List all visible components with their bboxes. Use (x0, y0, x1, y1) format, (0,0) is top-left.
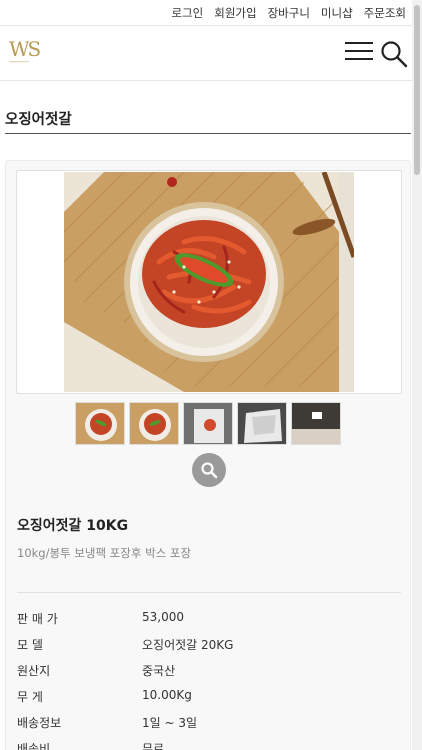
thumbnail-5[interactable] (291, 402, 341, 445)
order-lookup-link[interactable]: 주문조회 (364, 5, 406, 21)
info-label: 배송비 (17, 742, 51, 750)
page-title: 오징어젓갈 (5, 82, 411, 134)
product-main-image[interactable] (16, 170, 402, 394)
top-nav: 로그인 회원가입 장바구니 미니샵 주문조회 (0, 0, 412, 26)
product-description: 10kg/봉투 보냉팩 포장후 박스 포장 (17, 546, 192, 560)
thumbnail-4[interactable] (237, 402, 287, 445)
thumbnail-strip (75, 402, 341, 445)
info-value: 무료 (142, 742, 165, 750)
scrollbar[interactable] (412, 0, 422, 750)
info-label: 무 게 (17, 690, 43, 704)
magnifier-icon (201, 462, 218, 479)
divider (17, 592, 401, 593)
info-label: 모 델 (17, 638, 43, 652)
product-name: 오징어젓갈 10KG (17, 518, 129, 534)
signup-link[interactable]: 회원가입 (214, 5, 256, 21)
product-detail-card: 오징어젓갈 10KG 10kg/봉투 보냉팩 포장후 박스 포장 판 매 가 5… (5, 160, 411, 750)
info-label: 원산지 (17, 664, 51, 678)
search-icon[interactable] (380, 40, 408, 68)
scrollbar-thumb[interactable] (414, 5, 420, 175)
info-value: 1일 ~ 3일 (142, 716, 198, 730)
info-value: 오징어젓갈 20KG (142, 638, 234, 652)
minishop-link[interactable]: 미니샵 (321, 5, 353, 21)
product-photo (64, 172, 354, 392)
info-label: 배송정보 (17, 716, 62, 730)
info-value: 10.00Kg (142, 688, 192, 702)
site-header: WS ━━━━━━━━━━ (0, 26, 412, 81)
info-value: 53,000 (142, 610, 184, 624)
hamburger-menu-icon[interactable] (345, 42, 373, 64)
zoom-button[interactable] (192, 453, 226, 487)
info-value: 중국산 (142, 664, 176, 678)
thumbnail-1[interactable] (75, 402, 125, 445)
cart-link[interactable]: 장바구니 (268, 5, 310, 21)
thumbnail-2[interactable] (129, 402, 179, 445)
brand-logo-mark: WS (9, 37, 41, 61)
info-label: 판 매 가 (17, 612, 58, 626)
login-link[interactable]: 로그인 (172, 5, 204, 21)
brand-logo-subtext: ━━━━━━━━━━ (9, 60, 30, 64)
thumbnail-3[interactable] (183, 402, 233, 445)
brand-logo[interactable]: WS ━━━━━━━━━━ (9, 38, 49, 68)
